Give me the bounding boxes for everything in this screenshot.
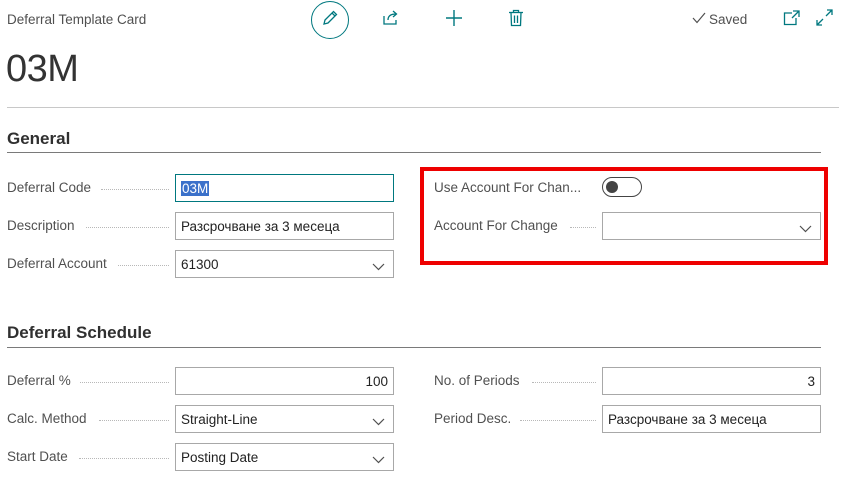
leader-dots — [79, 458, 169, 460]
leader-dots — [532, 382, 596, 384]
description-field[interactable]: Разсрочване за 3 месеца — [175, 212, 394, 240]
open-new-window-button[interactable] — [781, 9, 801, 31]
new-button[interactable] — [444, 9, 464, 32]
saved-status: Saved — [692, 12, 747, 27]
leader-dots — [80, 382, 169, 384]
leader-dots — [520, 420, 596, 422]
deferral-pct-label: Deferral % — [7, 373, 71, 388]
deferral-code-field[interactable]: 03M — [175, 174, 394, 202]
start-date-value: Posting Date — [181, 449, 259, 465]
section-title-deferral-schedule[interactable]: Deferral Schedule — [7, 323, 152, 343]
delete-button[interactable] — [506, 9, 526, 32]
deferral-pct-value: 100 — [365, 373, 388, 389]
leader-dots — [118, 265, 169, 267]
section-title-general[interactable]: General — [7, 129, 70, 149]
chevron-down-icon — [372, 414, 385, 429]
deferral-code-label: Deferral Code — [7, 180, 92, 195]
expand-icon — [815, 9, 833, 31]
no-of-periods-value: 3 — [807, 373, 815, 389]
edit-button[interactable] — [311, 1, 349, 39]
card-title: Deferral Template Card — [7, 12, 147, 27]
leader-dots — [86, 227, 169, 229]
highlight-box — [420, 167, 828, 265]
trash-icon — [508, 9, 524, 32]
saved-label: Saved — [709, 12, 748, 27]
share-icon — [382, 9, 400, 32]
start-date-label: Start Date — [7, 449, 68, 464]
expand-button[interactable] — [814, 9, 834, 31]
deferral-code-value: 03M — [181, 180, 210, 196]
section-divider-general — [7, 152, 821, 153]
checkmark-icon — [692, 12, 706, 27]
deferral-pct-field[interactable]: 100 — [175, 367, 394, 395]
chevron-down-icon — [372, 259, 385, 274]
plus-icon — [445, 9, 463, 32]
deferral-account-dropdown[interactable]: 61300 — [175, 250, 394, 278]
no-of-periods-field[interactable]: 3 — [602, 367, 821, 395]
share-button[interactable] — [381, 10, 401, 30]
description-label: Description — [7, 218, 75, 233]
period-desc-field[interactable]: Разсрочване за 3 месеца — [602, 405, 821, 433]
no-of-periods-label: No. of Periods — [434, 373, 520, 388]
deferral-account-value: 61300 — [181, 256, 219, 272]
section-divider-deferral-schedule — [7, 347, 821, 348]
leader-dots — [101, 189, 169, 191]
period-desc-label: Period Desc. — [434, 411, 512, 426]
open-in-new-window-icon — [783, 9, 800, 31]
calc-method-dropdown[interactable]: Straight-Line — [175, 405, 394, 433]
header-divider — [7, 107, 839, 108]
calc-method-value: Straight-Line — [181, 411, 258, 427]
deferral-account-label: Deferral Account — [7, 256, 107, 271]
chevron-down-icon — [372, 452, 385, 467]
record-title: 03M — [6, 48, 79, 90]
pencil-icon — [321, 9, 339, 32]
start-date-dropdown[interactable]: Posting Date — [175, 443, 394, 471]
period-desc-value: Разсрочване за 3 месеца — [608, 411, 767, 427]
calc-method-label: Calc. Method — [7, 411, 87, 426]
leader-dots — [99, 420, 169, 422]
description-value: Разсрочване за 3 месеца — [181, 218, 340, 234]
